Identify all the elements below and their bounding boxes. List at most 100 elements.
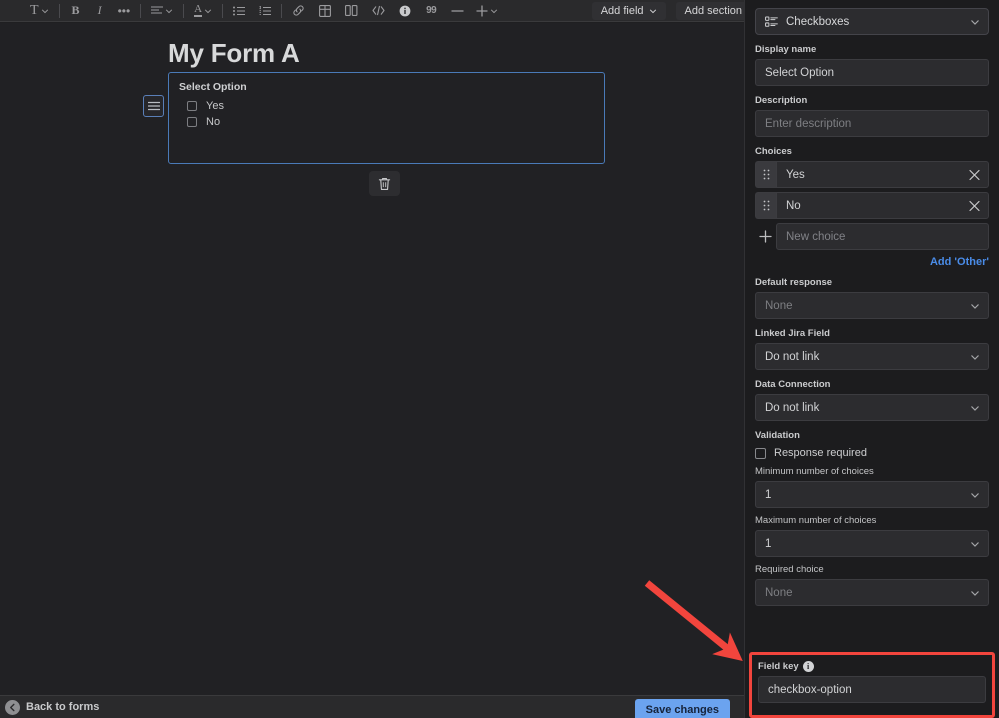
table-button[interactable] xyxy=(317,2,333,20)
choice-input-no[interactable]: No xyxy=(776,192,989,219)
add-choice-button[interactable] xyxy=(755,223,776,250)
chevron-down-icon xyxy=(970,588,980,598)
columns-icon xyxy=(345,5,358,16)
chevron-down-icon xyxy=(649,7,657,15)
chevron-down-icon xyxy=(970,352,980,362)
toolbar-divider xyxy=(222,4,223,18)
back-to-forms-button[interactable]: Back to forms xyxy=(5,700,99,715)
minimum-choices-select[interactable]: 1 xyxy=(755,481,989,508)
text-color-button[interactable]: A xyxy=(192,2,214,20)
text-style-icon: T xyxy=(30,4,39,18)
remove-choice-icon[interactable] xyxy=(969,169,980,180)
response-required-checkbox[interactable] xyxy=(755,448,766,459)
info-circle-icon xyxy=(399,5,411,17)
choice-drag-handle[interactable] xyxy=(755,192,776,219)
add-section-label: Add section xyxy=(685,5,742,17)
add-section-button[interactable]: Add section xyxy=(676,2,751,20)
chevron-down-icon xyxy=(970,490,980,500)
bold-icon: B xyxy=(72,3,80,18)
choice-input-yes[interactable]: Yes xyxy=(776,161,989,188)
info-icon[interactable]: i xyxy=(803,661,814,672)
add-other-link[interactable]: Add 'Other' xyxy=(755,256,989,268)
align-button[interactable] xyxy=(149,2,175,20)
required-choice-value: None xyxy=(765,587,793,599)
code-button[interactable] xyxy=(370,2,387,20)
toolbar-divider xyxy=(183,4,184,18)
data-connection-select[interactable]: Do not link xyxy=(755,394,989,421)
required-choice-select[interactable]: None xyxy=(755,579,989,606)
add-field-button[interactable]: Add field xyxy=(592,2,666,20)
text-style-button[interactable]: T xyxy=(28,2,51,20)
response-required-row[interactable]: Response required xyxy=(755,447,989,459)
field-type-value: Checkboxes xyxy=(786,16,849,28)
grip-dots-icon xyxy=(763,169,770,180)
maximum-choices-select[interactable]: 1 xyxy=(755,530,989,557)
toolbar-divider xyxy=(140,4,141,18)
more-formatting-button[interactable]: ••• xyxy=(116,2,133,20)
page-title: My Form A xyxy=(168,38,300,69)
horizontal-rule-icon xyxy=(451,6,464,16)
info-panel-button[interactable] xyxy=(397,2,413,20)
save-changes-button[interactable]: Save changes xyxy=(635,699,730,718)
new-choice-input[interactable]: New choice xyxy=(776,223,989,250)
quote-icon: 99 xyxy=(426,5,436,16)
form-field-checkboxes[interactable]: Select Option Yes No xyxy=(168,72,605,164)
drag-handle-icon xyxy=(148,101,160,111)
checkbox-no[interactable] xyxy=(187,117,197,127)
arrow-left-circle-icon xyxy=(5,700,20,715)
field-option-row[interactable]: Yes xyxy=(179,100,594,112)
linked-jira-field-select[interactable]: Do not link xyxy=(755,343,989,370)
field-key-input[interactable]: checkbox-option xyxy=(758,676,986,703)
insert-button[interactable] xyxy=(474,2,500,20)
plus-icon xyxy=(476,5,488,17)
field-type-select[interactable]: Checkboxes xyxy=(755,8,989,35)
text-color-icon: A xyxy=(194,4,202,17)
choice-row-no[interactable]: No xyxy=(755,192,989,219)
toolbar-divider xyxy=(281,4,282,18)
field-option-row[interactable]: No xyxy=(179,116,594,128)
choice-row-yes[interactable]: Yes xyxy=(755,161,989,188)
maximum-choices-value: 1 xyxy=(765,538,771,550)
linked-jira-field-value: Do not link xyxy=(765,351,819,363)
choice-drag-handle[interactable] xyxy=(755,161,776,188)
divider-button[interactable] xyxy=(449,2,466,20)
bullet-list-icon xyxy=(233,6,245,16)
link-button[interactable] xyxy=(290,2,307,20)
ellipsis-icon: ••• xyxy=(118,7,131,15)
remove-choice-icon[interactable] xyxy=(969,200,980,211)
link-icon xyxy=(292,4,305,17)
choices-label: Choices xyxy=(755,146,989,157)
field-key-label: Field key xyxy=(758,661,799,672)
default-response-select[interactable]: None xyxy=(755,292,989,319)
description-label: Description xyxy=(755,95,989,106)
delete-field-button[interactable] xyxy=(369,171,400,196)
field-drag-handle[interactable] xyxy=(143,95,164,117)
italic-button[interactable]: I xyxy=(92,2,108,20)
chevron-down-icon xyxy=(41,7,49,15)
grip-dots-icon xyxy=(763,200,770,211)
field-settings-sidebar: Checkboxes Display name Select Option De… xyxy=(744,0,999,718)
display-name-label: Display name xyxy=(755,44,989,55)
maximum-choices-label: Maximum number of choices xyxy=(755,515,989,526)
back-to-forms-label: Back to forms xyxy=(26,701,99,713)
minimum-choices-value: 1 xyxy=(765,489,771,501)
quote-button[interactable]: 99 xyxy=(423,2,439,20)
bold-button[interactable]: B xyxy=(68,2,84,20)
add-field-label: Add field xyxy=(601,5,644,17)
description-input[interactable]: Enter description xyxy=(755,110,989,137)
field-label: Select Option xyxy=(179,81,594,93)
bullet-list-button[interactable] xyxy=(231,2,247,20)
field-key-label-row: Field key i xyxy=(758,661,986,672)
default-response-value: None xyxy=(765,300,793,312)
required-choice-label: Required choice xyxy=(755,564,989,575)
columns-button[interactable] xyxy=(343,2,360,20)
choice-row-new[interactable]: New choice xyxy=(755,223,989,250)
toolbar-divider xyxy=(59,4,60,18)
chevron-down-icon xyxy=(490,7,498,15)
chevron-down-icon xyxy=(204,7,212,15)
chevron-down-icon xyxy=(970,301,980,311)
numbered-list-button[interactable] xyxy=(257,2,273,20)
display-name-input[interactable]: Select Option xyxy=(755,59,989,86)
checkbox-list-icon xyxy=(765,16,778,28)
checkbox-yes[interactable] xyxy=(187,101,197,111)
